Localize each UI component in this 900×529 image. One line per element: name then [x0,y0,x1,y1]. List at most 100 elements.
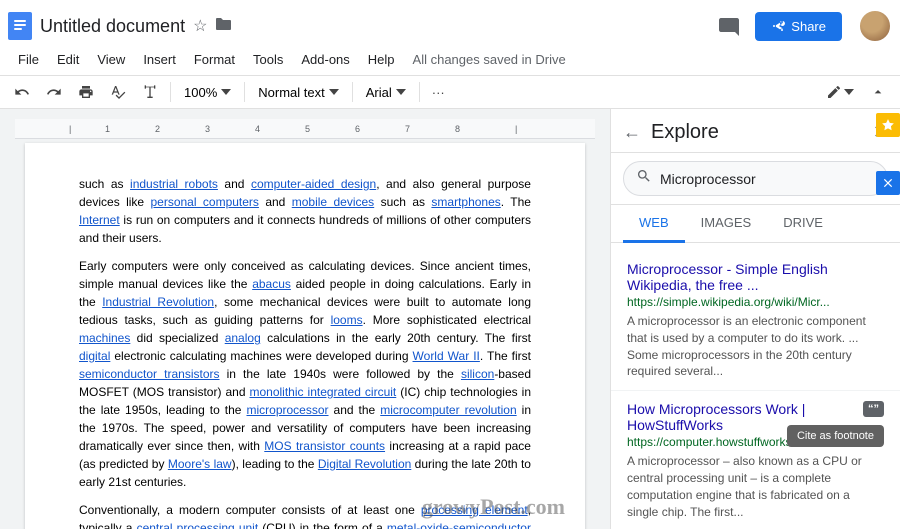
link-silicon[interactable]: silicon [461,367,494,381]
link-digital[interactable]: digital [79,349,110,363]
ruler-tick-9: | [515,124,517,134]
link-wwii[interactable]: World War II [413,349,480,363]
link-industrial-rev[interactable]: Industrial Revolution [102,295,214,309]
explore-search-section [611,153,900,205]
more-icon: ··· [432,85,445,100]
redo-button[interactable] [40,80,68,104]
link-industrial-robots[interactable]: industrial robots [130,177,218,191]
menu-insert[interactable]: Insert [135,48,184,71]
paragraph-0: such as industrial robots and computer-a… [79,175,531,247]
menu-help[interactable]: Help [360,48,403,71]
ruler-tick-0: | [69,124,71,134]
link-mobile[interactable]: mobile devices [292,195,374,209]
cite-icon-btn[interactable]: “” [863,401,884,417]
result-title-0: Microprocessor - Simple English Wikipedi… [627,261,884,293]
ruler-tick-2: 2 [155,124,160,134]
separator-1 [170,82,171,102]
autosave-status: All changes saved in Drive [413,48,566,71]
separator-4 [419,82,420,102]
spellcheck-button[interactable] [104,80,132,104]
link-smartphones[interactable]: smartphones [431,195,500,209]
folder-icon[interactable] [215,17,231,36]
comments-button[interactable] [711,8,747,44]
link-microprocessor[interactable]: microprocessor [246,403,328,417]
link-processing[interactable]: processing element [421,503,528,517]
star-icon[interactable]: ☆ [193,16,207,36]
link-pc[interactable]: personal computers [150,195,258,209]
ruler-tick-4: 4 [255,124,260,134]
ruler-tick-5: 5 [305,124,310,134]
side-icons [874,109,900,199]
collapse-button[interactable] [864,80,892,104]
share-button[interactable]: Explore Share [755,12,842,41]
link-analog[interactable]: analog [225,331,261,345]
ruler-tick-6: 6 [355,124,360,134]
link-digital-rev[interactable]: Digital Revolution [318,457,411,471]
ruler-tick-3: 3 [205,124,210,134]
explore-results: Microprocessor - Simple English Wikipedi… [611,243,900,529]
document-wrapper: | 1 2 3 4 5 6 7 8 | such as industrial r… [15,119,595,519]
explore-back-button[interactable]: ← [623,122,641,143]
result-item-0[interactable]: Microprocessor - Simple English Wikipedi… [611,251,900,391]
menu-file[interactable]: File [10,48,47,71]
zoom-select[interactable]: 100% [177,81,238,104]
zoom-value: 100% [184,85,217,100]
search-icon [636,168,652,189]
more-options-button[interactable]: ··· [426,81,451,104]
link-cpu[interactable]: central processing unit [137,521,259,529]
title-row: Untitled document ☆ Explore Share [8,4,892,46]
ruler-tick-8: 8 [455,124,460,134]
explore-search-input[interactable] [660,171,875,187]
link-semiconductor[interactable]: semiconductor transistors [79,367,220,381]
edit-mode-button[interactable] [820,80,860,104]
tab-web[interactable]: WEB [623,205,685,243]
style-select[interactable]: Normal text [251,81,345,104]
result-snippet-1: A microprocessor – also known as a CPU o… [627,453,884,520]
paragraph-2: Conventionally, a modern computer consis… [79,501,531,529]
menu-tools[interactable]: Tools [245,48,291,71]
top-bar: Untitled document ☆ Explore Share File E… [0,0,900,76]
menu-bar: File Edit View Insert Format Tools Add-o… [8,46,892,75]
result-url-0: https://simple.wikipedia.org/wiki/Micr..… [627,295,884,309]
paint-format-button[interactable] [136,80,164,104]
link-mos[interactable]: MOS transistor counts [264,439,385,453]
link-monolithic[interactable]: monolithic integrated circuit [250,385,397,399]
avatar[interactable] [858,9,892,43]
style-value: Normal text [258,85,324,100]
ruler: | 1 2 3 4 5 6 7 8 | [15,119,595,139]
document-page[interactable]: such as industrial robots and computer-a… [25,143,585,529]
menu-edit[interactable]: Edit [49,48,87,71]
link-machines[interactable]: machines [79,331,130,345]
result-item-1[interactable]: How Microprocessors Work | HowStuffWorks… [611,391,900,529]
link-looms[interactable]: looms [331,313,363,327]
ruler-tick-1: 1 [105,124,110,134]
menu-format[interactable]: Format [186,48,243,71]
ruler-tick-7: 7 [405,124,410,134]
tab-images[interactable]: IMAGES [685,205,768,243]
cite-area: “” Cite as footnote [863,401,884,417]
print-button[interactable] [72,80,100,104]
result-header-1: How Microprocessors Work | HowStuffWorks… [627,401,884,435]
separator-2 [244,82,245,102]
link-microcomputer[interactable]: microcomputer revolution [380,403,516,417]
cite-tooltip: Cite as footnote [787,425,884,447]
link-abacus[interactable]: abacus [252,277,291,291]
search-box[interactable] [623,161,888,196]
link-moore[interactable]: Moore's law [168,457,232,471]
separator-3 [352,82,353,102]
result-snippet-0: A microprocessor is an electronic compon… [627,313,884,380]
link-cad[interactable]: computer-aided design [251,177,376,191]
menu-addons[interactable]: Add-ons [293,48,357,71]
font-value: Arial [366,85,392,100]
link-internet[interactable]: Internet [79,213,120,227]
menu-view[interactable]: View [89,48,133,71]
undo-button[interactable] [8,80,36,104]
tab-drive[interactable]: DRIVE [767,205,839,243]
explore-header: ← Explore ✕ [611,109,900,153]
font-select[interactable]: Arial [359,81,413,104]
document-area[interactable]: | 1 2 3 4 5 6 7 8 | such as industrial r… [0,109,610,529]
side-icon-1[interactable] [876,113,900,137]
docs-icon [8,12,32,40]
document-title: Untitled document [40,16,185,37]
side-icon-2[interactable] [876,171,900,195]
